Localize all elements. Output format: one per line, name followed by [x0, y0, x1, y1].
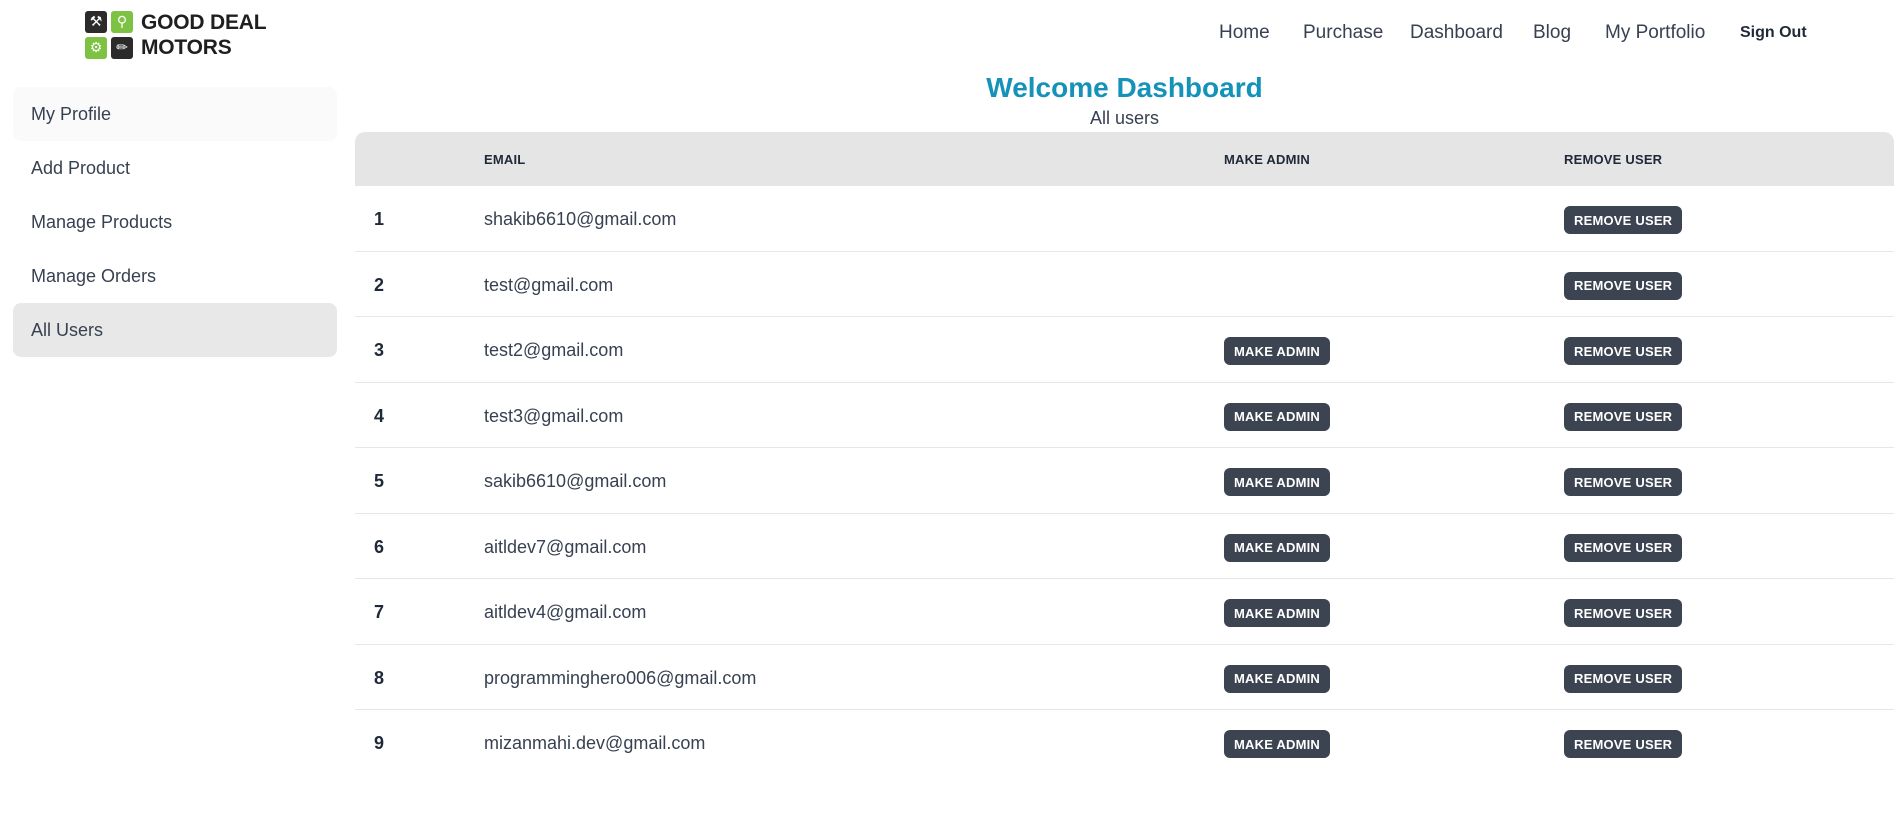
row-number: 6 — [374, 536, 385, 557]
table-row: 8 programminghero006@gmail.com MAKE ADMIN R… — [355, 645, 1894, 710]
header-email: EMAIL — [484, 152, 526, 167]
user-email: sakib6610@gmail.com — [484, 471, 667, 491]
make-admin-button[interactable]: MAKE ADMIN — [1224, 664, 1331, 693]
users-table: EMAIL MAKE ADMIN REMOVE USER 1 shakib6610… — [355, 132, 1894, 776]
nav-dashboard[interactable]: Dashboard — [1410, 22, 1503, 44]
sidebar-item-manage-products[interactable]: Manage Products — [13, 195, 337, 249]
user-email: programminghero006@gmail.com — [484, 667, 757, 688]
header-remove-user: REMOVE USER — [1564, 152, 1663, 167]
make-admin-button[interactable]: MAKE ADMIN — [1224, 599, 1331, 627]
user-email: aitldev4@gmail.com — [484, 602, 647, 622]
nav-home[interactable]: Home — [1219, 22, 1270, 44]
remove-user-button[interactable]: REMOVE USER — [1564, 664, 1683, 693]
remove-user-button[interactable]: REMOVE USER — [1564, 533, 1683, 562]
row-number: 5 — [374, 471, 385, 491]
table-row: 4 test3@gmail.com MAKE ADMIN REMOVE USER — [355, 383, 1894, 448]
make-admin-button[interactable]: MAKE ADMIN — [1224, 533, 1331, 562]
row-number: 1 — [374, 209, 385, 229]
table-row: 6 aitldev7@gmail.com MAKE ADMIN REMOVE USER — [355, 514, 1894, 579]
main-nav: Home Purchase Dashboard Blog My Portfoli… — [0, 22, 1894, 48]
remove-user-button[interactable]: REMOVE USER — [1564, 402, 1683, 431]
header-make-admin: MAKE ADMIN — [1224, 152, 1311, 167]
row-number: 7 — [374, 602, 385, 622]
sidebar-item-my-profile[interactable]: My Profile — [13, 87, 337, 141]
sidebar-item-manage-orders[interactable]: Manage Orders — [13, 249, 337, 303]
table-row: 7 aitldev4@gmail.com MAKE ADMIN REMOVE USER — [355, 579, 1894, 645]
nav-portfolio[interactable]: My Portfolio — [1605, 22, 1705, 44]
table-header: EMAIL MAKE ADMIN REMOVE USER — [355, 132, 1894, 186]
row-number: 2 — [374, 274, 385, 295]
row-number: 9 — [374, 733, 385, 753]
row-number: 3 — [374, 340, 385, 360]
remove-user-button[interactable]: REMOVE USER — [1564, 599, 1683, 627]
row-number: 4 — [374, 405, 385, 426]
user-email: mizanmahi.dev@gmail.com — [484, 733, 706, 753]
row-number: 8 — [374, 667, 385, 688]
table-row: 5 sakib6610@gmail.com MAKE ADMIN REMOVE USE… — [355, 448, 1894, 514]
user-email: test@gmail.com — [484, 274, 614, 295]
remove-user-button[interactable]: REMOVE USER — [1564, 730, 1683, 758]
remove-user-button[interactable]: REMOVE USER — [1564, 337, 1683, 365]
user-email: aitldev7@gmail.com — [484, 536, 647, 557]
sidebar: My Profile Add Product Manage Products M… — [13, 87, 337, 357]
remove-user-button[interactable]: REMOVE USER — [1564, 271, 1683, 300]
nav-blog[interactable]: Blog — [1533, 22, 1571, 44]
table-body: 1 shakib6610@gmail.com REMOVE USER 2 test@gm… — [355, 186, 1894, 776]
table-row: 9 mizanmahi.dev@gmail.com MAKE ADMIN REMOVE… — [355, 710, 1894, 776]
make-admin-button[interactable]: MAKE ADMIN — [1224, 402, 1331, 431]
make-admin-button[interactable]: MAKE ADMIN — [1224, 468, 1331, 496]
user-email: shakib6610@gmail.com — [484, 209, 677, 229]
table-row: 3 test2@gmail.com MAKE ADMIN REMOVE USER — [355, 317, 1894, 383]
remove-user-button[interactable]: REMOVE USER — [1564, 468, 1683, 496]
make-admin-button[interactable]: MAKE ADMIN — [1224, 337, 1331, 365]
top-header: ⚒ ⚲ ⚙ ✏ GOOD DEAL MOTORS Home Purchase D… — [0, 0, 1894, 70]
remove-user-button[interactable]: REMOVE USER — [1564, 206, 1683, 234]
sign-out-button[interactable]: Sign Out — [1740, 24, 1807, 42]
table-row: 1 shakib6610@gmail.com REMOVE USER — [355, 186, 1894, 252]
table-row: 2 test@gmail.com REMOVE USER — [355, 252, 1894, 317]
user-email: test2@gmail.com — [484, 340, 624, 360]
sidebar-item-add-product[interactable]: Add Product — [13, 141, 337, 195]
user-email: test3@gmail.com — [484, 405, 624, 426]
nav-purchase[interactable]: Purchase — [1303, 22, 1383, 44]
page-subtitle: All users — [1089, 108, 1160, 128]
make-admin-button[interactable]: MAKE ADMIN — [1224, 730, 1331, 758]
sidebar-item-all-users[interactable]: All Users — [13, 303, 337, 357]
page-title: Welcome Dashboard — [986, 72, 1263, 103]
